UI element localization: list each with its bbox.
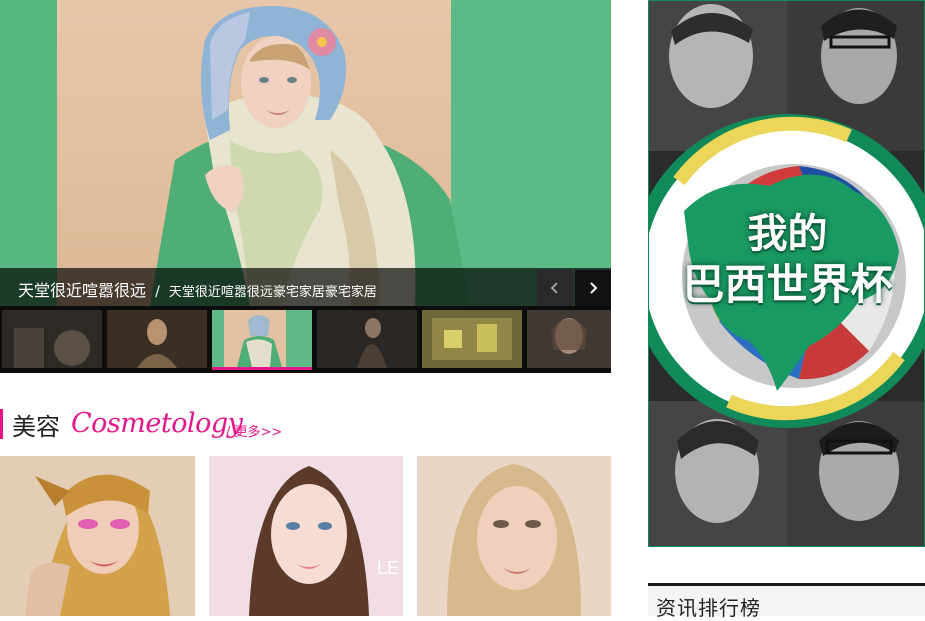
ad-title-line2: 巴西世界杯 <box>682 260 893 309</box>
chevron-left-icon <box>550 282 558 294</box>
hero-caption-bar: 天堂很近喧嚣很远 / 天堂很近喧嚣很远豪宅家居豪宅家居 <box>0 268 611 306</box>
beauty-card[interactable] <box>0 456 195 616</box>
hero-slider[interactable]: 天堂很近喧嚣很远 / 天堂很近喧嚣很远豪宅家居豪宅家居 <box>0 0 611 306</box>
card-watermark-text: LE <box>377 558 399 578</box>
slider-next-button[interactable] <box>575 270 611 306</box>
section-title-en: Cosmetology <box>71 408 243 439</box>
beauty-card-image[interactable]: LE <box>209 456 403 616</box>
slider-thumbnail-active[interactable] <box>212 310 312 370</box>
slider-prev-button[interactable] <box>537 270 573 306</box>
slider-thumbnail[interactable] <box>527 310 611 368</box>
worldcup-ad-banner[interactable]: 我的 巴西世界杯 <box>648 0 925 547</box>
slider-thumbnails <box>0 306 611 373</box>
hero-caption-separator: / <box>155 284 160 300</box>
beauty-card-image[interactable] <box>0 456 195 616</box>
beauty-card[interactable] <box>417 456 611 616</box>
beauty-card-image[interactable] <box>417 456 611 616</box>
news-ranking-header: 资讯排行榜 <box>648 583 925 620</box>
section-title-cn: 美容 <box>12 413 60 441</box>
slider-thumbnail[interactable] <box>107 310 207 368</box>
section-accent-bar <box>0 409 3 439</box>
section-header-cosmetology: 美容 Cosmetology / 更多>> <box>0 406 611 446</box>
hero-caption-subtitle[interactable]: 天堂很近喧嚣很远豪宅家居豪宅家居 <box>169 285 377 300</box>
slider-thumbnail[interactable] <box>422 310 522 368</box>
news-ranking-title: 资讯排行榜 <box>656 596 761 620</box>
hero-caption-title[interactable]: 天堂很近喧嚣很远 <box>18 281 146 300</box>
hero-caption[interactable]: 天堂很近喧嚣很远 / 天堂很近喧嚣很远豪宅家居豪宅家居 <box>18 277 377 301</box>
slider-thumbnail[interactable] <box>2 310 102 368</box>
chevron-right-icon <box>590 282 598 294</box>
section-more-link[interactable]: / 更多>> <box>226 421 282 440</box>
hero-image[interactable] <box>0 0 611 306</box>
beauty-card[interactable]: LE <box>209 456 403 616</box>
slider-thumbnail[interactable] <box>317 310 417 368</box>
